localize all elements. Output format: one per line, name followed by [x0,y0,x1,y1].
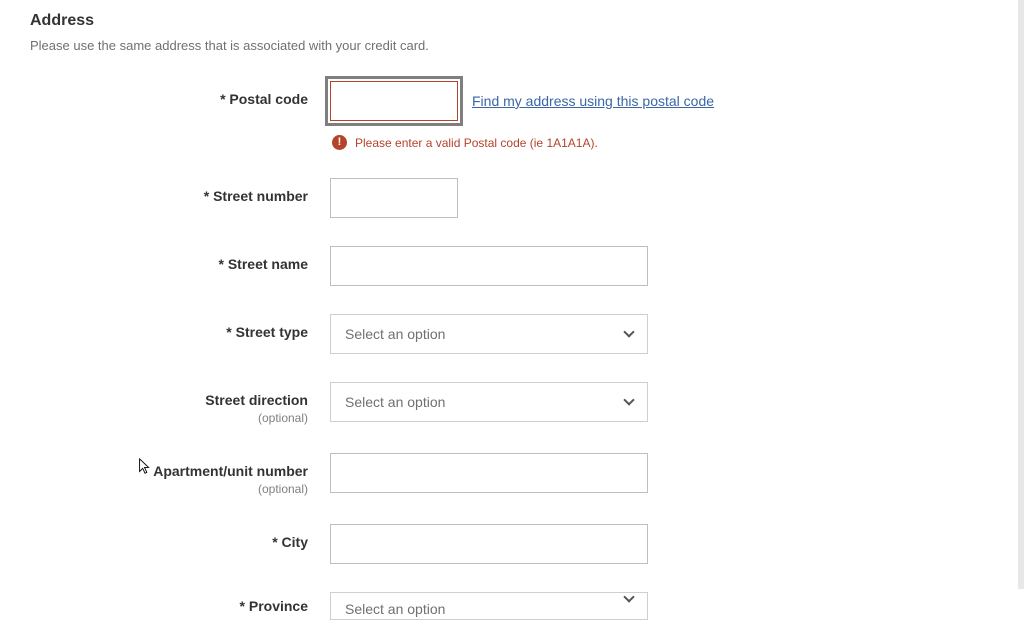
row-province: * Province Select an option [30,592,994,620]
street-type-select[interactable]: Select an option [330,314,648,354]
select-placeholder: Select an option [345,601,445,617]
street-direction-select[interactable]: Select an option [330,382,648,422]
row-city: * City [30,524,994,564]
row-apartment: Apartment/unit number (optional) [30,453,994,496]
select-placeholder: Select an option [345,394,445,410]
error-text: Please enter a valid Postal code (ie 1A1… [355,136,598,150]
address-form: Address Please use the same address that… [0,0,1024,620]
chevron-down-icon [623,326,634,337]
right-window-border [1018,0,1024,589]
label-street-type: * Street type [30,314,330,341]
label-city: * City [30,524,330,551]
error-icon: ! [332,135,347,150]
row-street-direction: Street direction (optional) Select an op… [30,382,994,425]
postal-code-input[interactable] [330,81,458,121]
section-subtitle: Please use the same address that is asso… [30,38,994,53]
select-placeholder: Select an option [345,326,445,342]
row-street-type: * Street type Select an option [30,314,994,354]
label-apartment: Apartment/unit number (optional) [30,453,330,496]
street-number-input[interactable] [330,178,458,218]
section-title: Address [30,12,994,30]
province-select[interactable]: Select an option [330,592,648,620]
chevron-down-icon [623,394,634,405]
label-street-direction: Street direction (optional) [30,382,330,425]
chevron-down-icon [623,592,634,603]
street-name-input[interactable] [330,246,648,286]
label-street-number: * Street number [30,178,330,205]
label-postal-code: * Postal code [30,81,330,108]
postal-code-error: ! Please enter a valid Postal code (ie 1… [332,135,714,150]
row-street-number: * Street number [30,178,994,218]
row-postal-code: * Postal code Find my address using this… [30,81,994,150]
apartment-input[interactable] [330,453,648,493]
label-street-name: * Street name [30,246,330,273]
city-input[interactable] [330,524,648,564]
label-province: * Province [30,592,330,615]
row-street-name: * Street name [30,246,994,286]
field-postal-code: Find my address using this postal code !… [330,81,714,150]
find-address-link[interactable]: Find my address using this postal code [472,93,714,109]
